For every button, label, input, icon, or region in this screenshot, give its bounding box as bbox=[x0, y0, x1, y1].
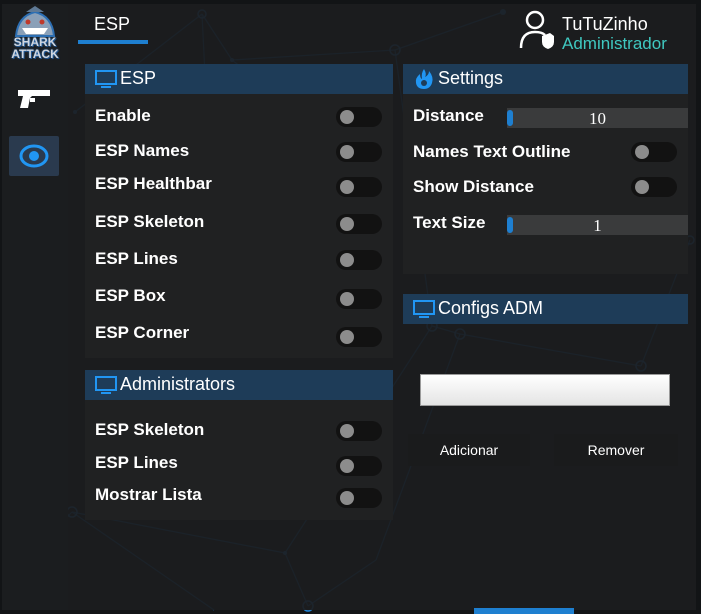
toggle-knob bbox=[340, 145, 354, 159]
toggle-knob bbox=[340, 424, 354, 438]
bottom-accent-bar bbox=[474, 608, 574, 614]
configs-adm-panel-header: Configs ADM bbox=[403, 294, 688, 324]
admin-name-input[interactable] bbox=[420, 374, 670, 406]
logo-text: SHARK ATTACK bbox=[11, 35, 59, 61]
admin-esp-skeleton-label: ESP Skeleton bbox=[95, 420, 205, 439]
toggle-knob bbox=[340, 459, 354, 473]
tab-esp[interactable]: ESP bbox=[94, 14, 130, 35]
toggle-knob bbox=[340, 253, 354, 267]
toggle-knob bbox=[340, 180, 354, 194]
toggle-knob bbox=[340, 330, 354, 344]
esp-panel-header: ESP bbox=[85, 64, 393, 94]
toggle-knob bbox=[340, 110, 354, 124]
user-profile: TuTuZinho Administrador bbox=[518, 8, 696, 53]
toggle-knob bbox=[340, 491, 354, 505]
user-role: Administrador bbox=[562, 34, 667, 53]
admin-esp-lines-label: ESP Lines bbox=[95, 453, 178, 472]
esp-enable-label: Enable bbox=[95, 106, 151, 125]
user-name: TuTuZinho bbox=[562, 14, 648, 34]
esp-box-toggle[interactable] bbox=[336, 289, 382, 309]
toggle-knob bbox=[635, 145, 649, 159]
esp-healthbar-toggle[interactable] bbox=[336, 177, 382, 197]
configs-adm-panel: Configs ADM bbox=[403, 294, 688, 324]
monitor-icon bbox=[95, 70, 117, 88]
settings-panel: Settings Distance 10 Names Text Outline … bbox=[403, 64, 688, 274]
tab-active-indicator bbox=[78, 40, 148, 44]
text-size-value: 1 bbox=[593, 216, 602, 235]
esp-corner-toggle[interactable] bbox=[336, 327, 382, 347]
sidebar-item-esp[interactable] bbox=[9, 136, 59, 176]
esp-healthbar-label: ESP Healthbar bbox=[95, 174, 212, 193]
admin-esp-skeleton-toggle[interactable] bbox=[336, 421, 382, 441]
esp-panel-title: ESP bbox=[120, 68, 157, 88]
distance-slider[interactable]: 10 bbox=[507, 108, 688, 128]
monitor-icon bbox=[95, 376, 117, 394]
monitor-icon bbox=[413, 300, 435, 318]
flame-icon bbox=[415, 69, 433, 89]
pistol-icon bbox=[18, 90, 50, 108]
toggle-knob bbox=[340, 292, 354, 306]
sidebar-item-weapons[interactable] bbox=[16, 86, 52, 112]
distance-label: Distance bbox=[413, 106, 484, 125]
distance-value: 10 bbox=[589, 109, 606, 128]
esp-names-toggle[interactable] bbox=[336, 142, 382, 162]
mostrar-lista-toggle[interactable] bbox=[336, 488, 382, 508]
esp-corner-label: ESP Corner bbox=[95, 323, 190, 342]
esp-enable-toggle[interactable] bbox=[336, 107, 382, 127]
shark-attack-logo: SHARK ATTACK bbox=[8, 6, 62, 68]
show-distance-label: Show Distance bbox=[413, 177, 534, 196]
user-shield-icon bbox=[519, 10, 554, 49]
administrators-panel-title: Administrators bbox=[120, 374, 236, 394]
sidebar: SHARK ATTACK bbox=[2, 4, 68, 610]
names-text-outline-toggle[interactable] bbox=[631, 142, 677, 162]
esp-box-label: ESP Box bbox=[95, 286, 166, 305]
mostrar-lista-label: Mostrar Lista bbox=[95, 485, 202, 504]
configs-adm-panel-title: Configs ADM bbox=[438, 298, 544, 318]
main-panel: ESP TuTuZinho Administrador ESP Enable E… bbox=[68, 4, 696, 610]
eye-icon bbox=[19, 144, 49, 168]
esp-lines-label: ESP Lines bbox=[95, 249, 178, 268]
settings-panel-header: Settings bbox=[403, 64, 688, 94]
adicionar-button[interactable]: Adicionar bbox=[408, 434, 530, 466]
esp-lines-toggle[interactable] bbox=[336, 250, 382, 270]
admin-esp-lines-toggle[interactable] bbox=[336, 456, 382, 476]
remover-button[interactable]: Remover bbox=[554, 434, 678, 466]
names-text-outline-label: Names Text Outline bbox=[413, 142, 571, 161]
esp-panel: ESP Enable ESP Names ESP Healthbar ESP S… bbox=[85, 64, 393, 358]
text-size-slider[interactable]: 1 bbox=[507, 215, 688, 235]
settings-panel-title: Settings bbox=[438, 68, 504, 88]
administrators-panel-header: Administrators bbox=[85, 370, 393, 400]
toggle-knob bbox=[340, 217, 354, 231]
esp-names-label: ESP Names bbox=[95, 141, 190, 160]
toggle-knob bbox=[635, 180, 649, 194]
show-distance-toggle[interactable] bbox=[631, 177, 677, 197]
esp-skeleton-toggle[interactable] bbox=[336, 214, 382, 234]
administrators-panel: Administrators ESP Skeleton ESP Lines Mo… bbox=[85, 370, 393, 520]
esp-skeleton-label: ESP Skeleton bbox=[95, 212, 205, 231]
text-size-label: Text Size bbox=[413, 213, 486, 232]
